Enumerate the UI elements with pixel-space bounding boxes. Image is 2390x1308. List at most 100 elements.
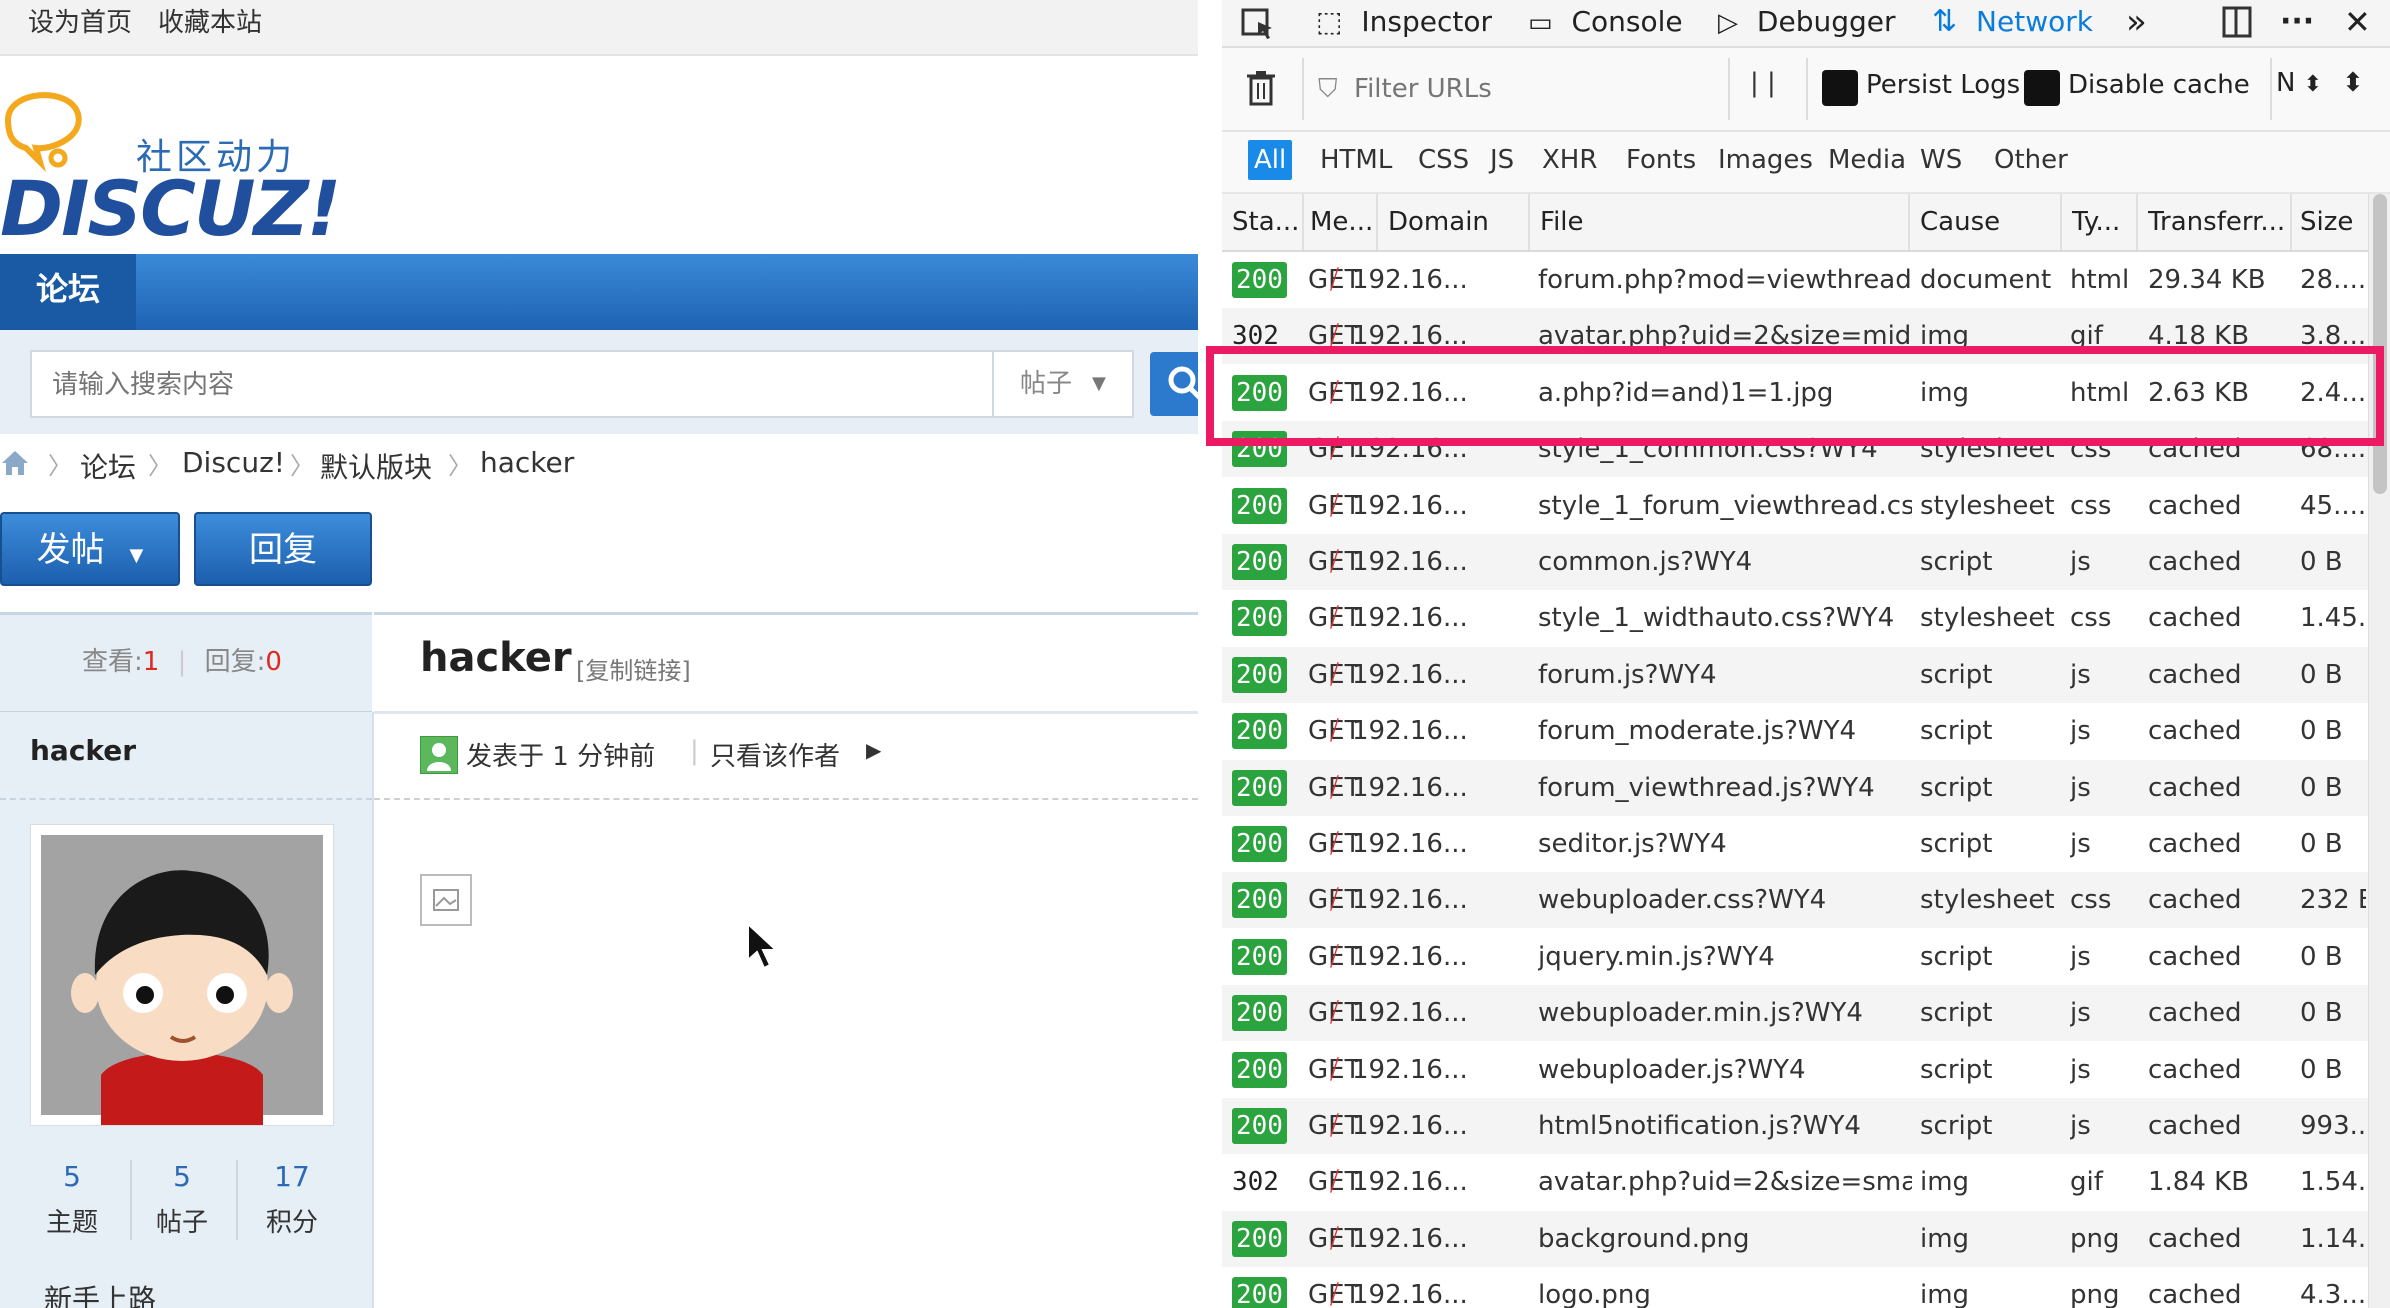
request-row[interactable]: 200 GET ⧸ 192.16... seditor.js?WY4 script js ca…	[1222, 816, 2368, 872]
type-filter-bar: All HTML CSS JS XHR Fonts Images Media W…	[1222, 132, 2390, 194]
avatar[interactable]	[30, 824, 334, 1126]
har-menu-icon[interactable]: ⬍	[2342, 68, 2364, 98]
only-author-link[interactable]: 只看该作者	[710, 736, 840, 773]
filter-fonts[interactable]: Fonts	[1620, 140, 1702, 180]
request-type: js	[2070, 773, 2091, 803]
caret-down-icon: ▼	[129, 545, 144, 566]
filter-html[interactable]: HTML	[1314, 140, 1398, 180]
col-method[interactable]: Me...	[1310, 194, 1372, 250]
element-picker-icon[interactable]	[1240, 0, 1276, 44]
more-tabs-icon[interactable]: »	[2126, 0, 2147, 44]
bookmark-link[interactable]: 收藏本站	[158, 2, 262, 39]
request-row[interactable]: 200 GET ⧸ 192.16... jquery.min.js?WY4 script j…	[1222, 929, 2368, 985]
request-row[interactable]: 200 GET ⧸ 192.16... style_1_common.css?WY4 st…	[1222, 421, 2368, 477]
stat-posts-value[interactable]: 5	[132, 1160, 232, 1193]
tab-network[interactable]: ⇅ Network	[1932, 0, 2093, 44]
stat-points-value[interactable]: 17	[242, 1160, 342, 1193]
col-cause[interactable]: Cause	[1920, 194, 2060, 250]
devtools-panel: ⬚ Inspector ▭ Console ▷ Debugger ⇅ Netwo…	[1222, 0, 2390, 1308]
throttling-select[interactable]: N ⬍	[2276, 68, 2322, 98]
overflow-menu-icon[interactable]: ···	[2280, 0, 2314, 44]
col-size[interactable]: Size	[2300, 194, 2366, 250]
filter-xhr[interactable]: XHR	[1536, 140, 1603, 180]
poster-rank[interactable]: 新手上路	[44, 1278, 156, 1308]
dock-side-icon[interactable]	[2220, 0, 2254, 44]
home-icon[interactable]	[0, 448, 30, 485]
request-size: 2.4...	[2300, 378, 2366, 408]
filter-js[interactable]: JS	[1484, 140, 1520, 180]
col-type[interactable]: Ty...	[2072, 194, 2132, 250]
request-cause: script	[1920, 547, 1993, 577]
breadcrumb-item-forum[interactable]: 论坛	[80, 446, 136, 486]
new-post-button[interactable]: 发帖 ▼	[0, 512, 180, 586]
request-list-scrollbar-thumb[interactable]	[2373, 194, 2387, 494]
broken-image-icon[interactable]	[420, 874, 472, 926]
request-row[interactable]: 200 GET ⧸ 192.16... html5notification.js?WY4…	[1222, 1098, 2368, 1154]
col-file[interactable]: File	[1540, 194, 1910, 250]
request-row[interactable]: 200 GET ⧸ 192.16... style_1_widthauto.css?WY…	[1222, 590, 2368, 646]
request-list-scrollbar[interactable]	[2368, 194, 2390, 1308]
request-table-header: Sta... Me... Domain File Cause Ty... Tra…	[1222, 194, 2368, 252]
close-icon[interactable]: ✕	[2344, 0, 2371, 44]
reply-button[interactable]: 回复	[194, 512, 372, 586]
search-button[interactable]	[1150, 352, 1198, 416]
nav-item-forum[interactable]: 论坛	[0, 254, 136, 330]
col-transferred[interactable]: Transferr...	[2148, 194, 2288, 250]
request-file: forum.php?mod=viewthread&...	[1538, 265, 1912, 295]
request-row[interactable]: 200 GET ⧸ 192.16... logo.png img png cached 4.3.…	[1222, 1267, 2368, 1308]
request-status: 302	[1232, 321, 1279, 351]
request-row[interactable]: 200 GET ⧸ 192.16... forum_moderate.js?WY4 scr…	[1222, 703, 2368, 759]
filter-other[interactable]: Other	[1988, 140, 2074, 180]
filter-media[interactable]: Media	[1822, 140, 1912, 180]
breadcrumb-separator: 〉	[148, 452, 172, 480]
filter-all[interactable]: All	[1248, 140, 1293, 180]
request-row[interactable]: 200 GET ⧸ 192.16... webuploader.css?WY4 style…	[1222, 872, 2368, 928]
search-input[interactable]	[50, 352, 1004, 418]
request-row[interactable]: 200 GET ⧸ 192.16... forum.js?WY4 script js cach…	[1222, 647, 2368, 703]
insecure-lock-icon: ⧸	[1330, 829, 1339, 859]
request-row[interactable]: 200 GET ⧸ 192.16... a.php?id=and)1=1.jpg img h…	[1222, 365, 2368, 421]
request-transferred: cached	[2148, 1280, 2242, 1308]
search-scope-select[interactable]: 帖子 ▼	[992, 352, 1132, 416]
site-logo[interactable]: 社区动力 DISCUZ!	[0, 80, 341, 253]
clear-trash-icon[interactable]	[1246, 70, 1276, 110]
request-row[interactable]: 200 GET ⧸ 192.16... webuploader.min.js?WY4 sc…	[1222, 985, 2368, 1041]
filter-images[interactable]: Images	[1712, 140, 1819, 180]
col-domain[interactable]: Domain	[1388, 194, 1518, 250]
filter-ws[interactable]: WS	[1914, 140, 1968, 180]
stat-points-label: 积分	[265, 1208, 318, 1238]
tab-console[interactable]: ▭ Console	[1528, 0, 1683, 44]
request-size: 0 B	[2300, 547, 2343, 577]
request-status: 200	[1232, 1108, 1287, 1144]
pause-button[interactable]: | |	[1750, 68, 1776, 98]
set-home-link[interactable]: 设为首页	[28, 2, 132, 39]
filter-urls-input[interactable]	[1352, 66, 1736, 112]
request-row[interactable]: 302 GET ⧸ 192.16... avatar.php?uid=2&size=mi…	[1222, 308, 2368, 364]
stat-topics-value[interactable]: 5	[22, 1160, 122, 1193]
request-row[interactable]: 200 GET ⧸ 192.16... style_1_forum_viewthread…	[1222, 478, 2368, 534]
request-row[interactable]: 200 GET ⧸ 192.16... webuploader.js?WY4 script…	[1222, 1042, 2368, 1098]
filter-css[interactable]: CSS	[1412, 140, 1475, 180]
divider	[374, 798, 1198, 800]
tab-inspector[interactable]: ⬚ Inspector	[1316, 0, 1492, 44]
request-file: avatar.php?uid=2&size=small...	[1538, 1167, 1912, 1197]
request-row[interactable]: 200 GET ⧸ 192.16... forum.php?mod=viewthread…	[1222, 252, 2368, 308]
breadcrumb-item-thread[interactable]: hacker	[480, 446, 574, 479]
request-row[interactable]: 200 GET ⧸ 192.16... forum_viewthread.js?WY4 s…	[1222, 760, 2368, 816]
copy-link[interactable]: [复制链接]	[576, 651, 691, 686]
persist-logs-checkbox[interactable]	[1822, 70, 1858, 106]
request-transferred: 2.63 KB	[2148, 378, 2250, 408]
request-row[interactable]: 200 GET ⧸ 192.16... background.png img png cach…	[1222, 1211, 2368, 1267]
breadcrumb-item-board[interactable]: 默认版块	[320, 446, 432, 486]
request-size: 232 B	[2300, 885, 2366, 915]
request-row[interactable]: 302 GET ⧸ 192.16... avatar.php?uid=2&size=sm…	[1222, 1154, 2368, 1210]
request-row[interactable]: 200 GET ⧸ 192.16... common.js?WY4 script js cac…	[1222, 534, 2368, 590]
request-transferred: 29.34 KB	[2148, 265, 2266, 295]
request-cause: script	[1920, 773, 1993, 803]
poster-name[interactable]: hacker	[30, 734, 136, 767]
tab-debugger[interactable]: ▷ Debugger	[1718, 0, 1896, 44]
disable-cache-checkbox[interactable]	[2024, 70, 2060, 106]
breadcrumb-item-discuz[interactable]: Discuz!	[182, 446, 285, 479]
request-file: webuploader.min.js?WY4	[1538, 998, 1863, 1028]
col-status[interactable]: Sta...	[1232, 194, 1298, 250]
